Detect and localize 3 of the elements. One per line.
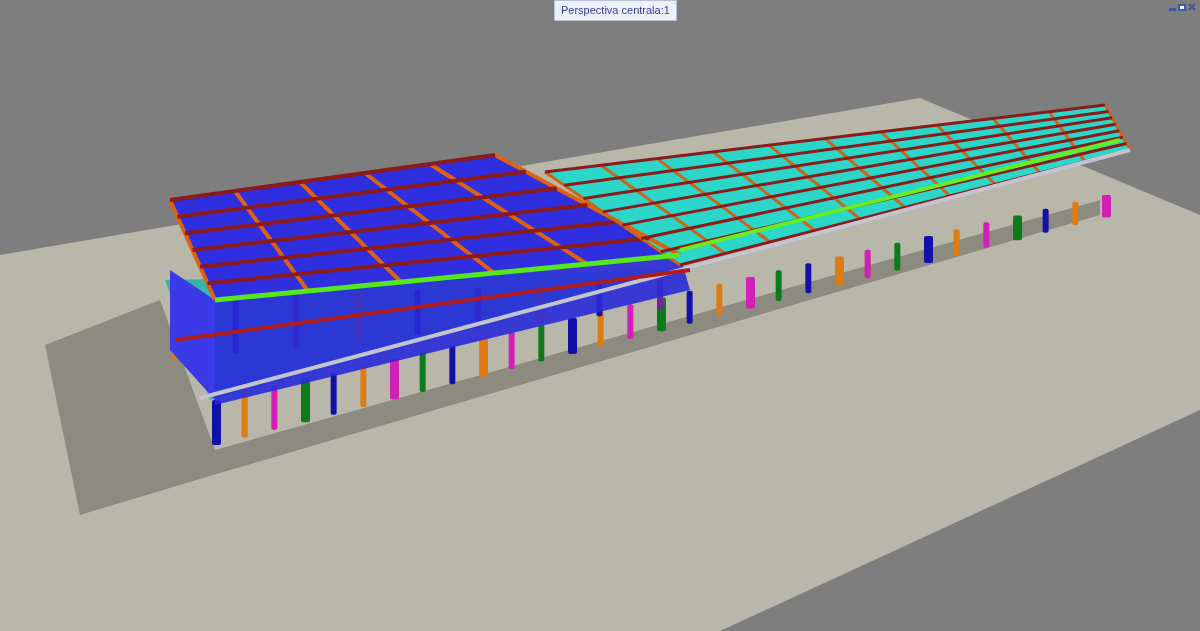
viewport-title: Perspectiva centrala:1 <box>554 0 677 21</box>
maximize-icon[interactable] <box>1178 4 1186 11</box>
minimize-icon[interactable] <box>1169 8 1176 11</box>
